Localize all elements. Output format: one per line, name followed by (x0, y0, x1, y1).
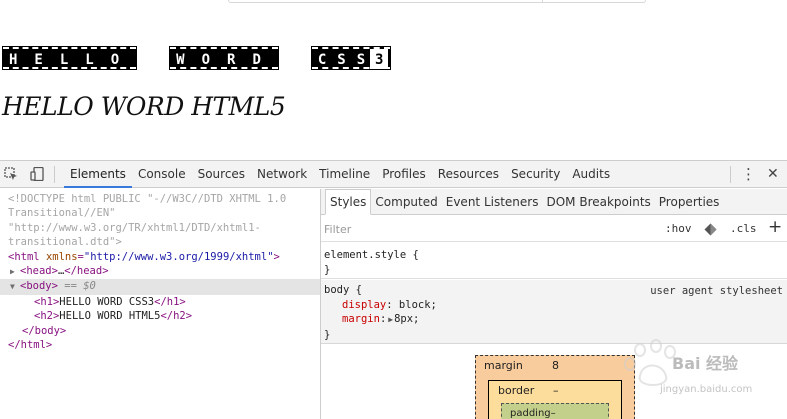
css-prop-value: 8px; (394, 313, 420, 325)
doctype-text: "http://www.w3.org/TR/xhtml1/DTD/xhtml1- (8, 221, 261, 234)
new-rule-button[interactable]: + (768, 217, 782, 237)
tag-head-open: <head> (20, 265, 58, 278)
sidebar-tabs: Styles Computed Event Listeners DOM Brea… (321, 189, 787, 215)
doctype-text: transitional.dtd"> (8, 236, 122, 249)
tag-head-close: </head> (64, 265, 109, 278)
box-model-margin-value[interactable]: 8 (552, 359, 559, 372)
tab-dom-breakpoints[interactable]: DOM Breakpoints (542, 189, 654, 215)
dom-doctype-line-3[interactable]: "http://www.w3.org/TR/xhtml1/DTD/xhtml1- (0, 221, 320, 235)
dom-tree: <!DOCTYPE html PUBLIC "-//W3C//DTD XHTML… (0, 189, 320, 419)
dom-doctype-line-4[interactable]: transitional.dtd"> (0, 235, 320, 249)
tag-body-close: </body> (22, 324, 67, 337)
expand-triangle-icon[interactable]: ▶ (10, 265, 20, 279)
box-model-margin-label: margin (484, 359, 523, 372)
tag-html-close: </html> (8, 339, 53, 352)
selected-marker: == $0 (64, 280, 96, 293)
h2-text: HELLO WORD HTML5 (59, 310, 161, 323)
css-prop-name: display (342, 298, 387, 311)
css-declaration-margin[interactable]: margin: ▶8px; (324, 312, 787, 328)
attr-name: xmlns (45, 250, 78, 263)
tab-profiles[interactable]: Profiles (376, 161, 432, 188)
tab-audits[interactable]: Audits (566, 161, 616, 188)
tag-h2-open: <h2> (34, 310, 60, 323)
device-mode-icon[interactable] (30, 166, 44, 182)
hov-toggle[interactable]: :hov (665, 222, 692, 235)
toolbar-separator (54, 166, 55, 183)
cls-toggle[interactable]: .cls (730, 222, 757, 235)
doctype-text: <!DOCTYPE html PUBLIC "-//W3C//DTD XHTML… (8, 193, 287, 205)
h1-word-hello: HELLO (1, 46, 138, 70)
tag-html: <html (8, 250, 40, 263)
more-menu-icon[interactable]: ⋮ (741, 165, 756, 183)
tab-network[interactable]: Network (251, 161, 313, 188)
dom-body-close[interactable]: </body> (0, 324, 320, 338)
dom-doctype-line-2[interactable]: Transitional//EN" (0, 206, 320, 220)
tab-sources[interactable]: Sources (192, 161, 251, 188)
css-prop-value: block; (398, 298, 437, 311)
dom-body-node[interactable]: ▼ <body> == $0 (0, 279, 320, 295)
h1-word-css: CSS3 (310, 46, 392, 71)
devtools-toolbar: Elements Console Sources Network Timelin… (0, 161, 787, 188)
rule-close-brace: } (324, 263, 331, 276)
tab-computed[interactable]: Computed (371, 189, 441, 215)
css-prop-name: margin (342, 313, 380, 325)
box-model-diagram: margin 8 border – padding– (475, 355, 635, 419)
dom-h1-node[interactable]: <h1>HELLO WORD CSS3</h1> (0, 295, 320, 309)
inspect-element-icon[interactable] (4, 167, 18, 181)
rule-origin: user agent stylesheet (650, 285, 783, 297)
h1-word-css-text: CSS (317, 52, 377, 68)
styles-filter-row: :hov .cls + (321, 216, 787, 242)
css-declaration-display[interactable]: display: block; (324, 298, 787, 313)
watermark-url: jingyan.baidu.com (660, 384, 753, 395)
tab-console[interactable]: Console (132, 161, 192, 188)
address-bar-edge (228, 0, 646, 3)
box-model-border: border – padding– (488, 380, 622, 419)
tag-end: > (273, 250, 280, 263)
toolbar-separator-right (730, 166, 731, 183)
styles-filter-input[interactable] (324, 220, 524, 238)
dom-head-node[interactable]: ▶ <head>…</head> (0, 264, 320, 279)
h1-word-word: WORD (169, 46, 279, 70)
box-model-border-value[interactable]: – (553, 384, 559, 397)
rendered-page: HELLO WORD CSS3 HELLO WORD HTML5 (0, 0, 787, 160)
tab-elements[interactable]: Elements (64, 161, 132, 188)
page-heading-h2: HELLO WORD HTML5 (2, 92, 286, 121)
collapse-triangle-icon[interactable]: ▼ (10, 280, 20, 294)
expand-shorthand-icon[interactable]: ▶ (388, 313, 393, 328)
tab-timeline[interactable]: Timeline (313, 161, 376, 188)
dom-html-open[interactable]: <html xmlns="http://www.w3.org/1999/xhtm… (0, 250, 320, 264)
doctype-text: Transitional//EN" (8, 207, 116, 220)
box-model-border-label: border (498, 384, 535, 397)
tab-styles[interactable]: Styles (325, 189, 372, 215)
dom-html-close[interactable]: </html> (0, 338, 320, 352)
devtools-tabs: Elements Console Sources Network Timelin… (64, 161, 616, 188)
attr-value: "http://www.w3.org/1999/xhtml" (83, 250, 274, 263)
tag-h1-open: <h1> (34, 295, 60, 308)
tab-security[interactable]: Security (505, 161, 566, 188)
h1-digit: 3 (370, 49, 389, 71)
color-format-icon[interactable] (704, 221, 717, 236)
watermark-text: Bai 经验 (672, 354, 739, 373)
h1-text: HELLO WORD CSS3 (59, 295, 155, 308)
rule-selector: element.style { (324, 249, 419, 261)
page-heading-h1: HELLO WORD CSS3 (1, 46, 392, 71)
tab-resources[interactable]: Resources (432, 161, 505, 188)
rule-element-style[interactable]: element.style { } (321, 245, 787, 279)
tag-h1-close: </h1> (154, 295, 186, 308)
close-icon[interactable]: ✕ (767, 165, 779, 183)
rule-body-ua[interactable]: body { user agent stylesheet display: bl… (321, 280, 787, 344)
dom-h2-node[interactable]: <h2>HELLO WORD HTML5</h2> (0, 309, 320, 323)
tab-event-listeners[interactable]: Event Listeners (442, 189, 543, 215)
tag-h2-close: </h2> (160, 310, 193, 323)
box-model-padding-label: padding– (510, 408, 556, 419)
tab-properties[interactable]: Properties (655, 189, 724, 215)
dom-doctype-line-1[interactable]: <!DOCTYPE html PUBLIC "-//W3C//DTD XHTML… (0, 192, 320, 206)
box-model-padding: padding– (501, 403, 609, 419)
tag-body-open: <body> (20, 280, 58, 293)
